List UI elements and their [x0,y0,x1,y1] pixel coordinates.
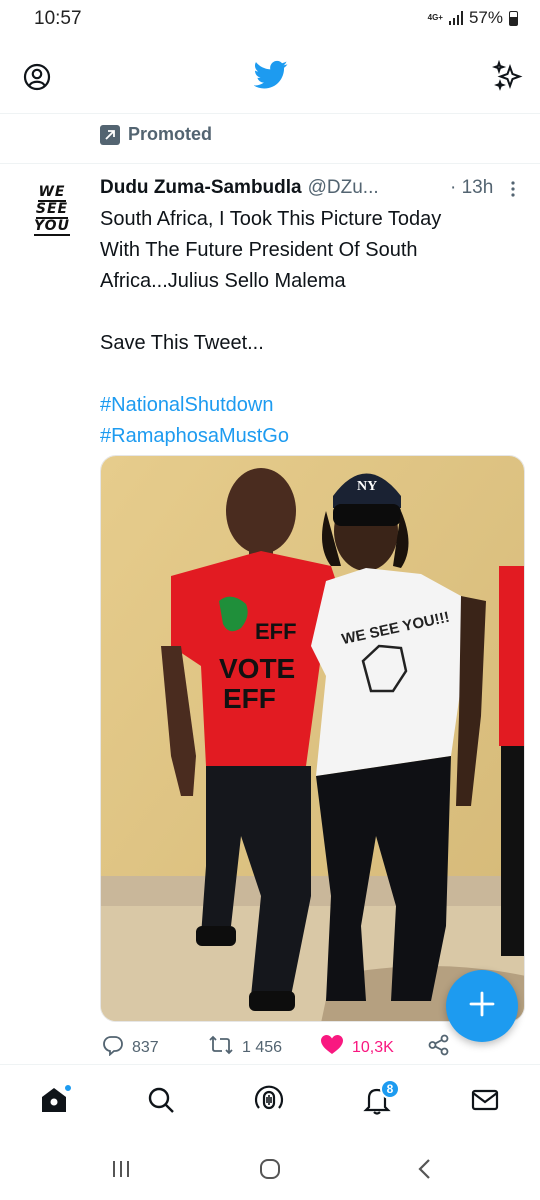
profile-icon[interactable] [22,62,52,97]
status-bar: 10:57 4G+ 57% [0,0,540,40]
network-indicator: 4G+ [427,13,443,22]
bottom-nav: 8 [0,1064,540,1138]
nav-home[interactable] [37,1083,73,1119]
home-circle-icon[interactable] [259,1158,281,1185]
tweet-line: Save This Tweet... [100,332,264,354]
status-time: 10:57 [34,8,82,29]
system-nav-bar [0,1138,540,1200]
avatar-text-2: SEE [35,200,69,219]
tweet-line: Africa...Julius Sello Malema [100,270,346,292]
shirt-text-line1: VOTE [219,653,295,684]
notifications-badge: 8 [380,1079,400,1099]
spaces-icon [253,1084,285,1121]
tweet-actions: 837 1 456 10,3K [100,1034,520,1062]
promoted-text: Promoted [128,124,213,144]
share-button[interactable] [428,1034,450,1061]
promoted-arrow-icon [100,124,120,145]
signal-icon [448,11,463,25]
tweet-line [100,359,520,390]
compose-button[interactable] [446,970,518,1042]
cap-text: NY [357,479,377,494]
heart-icon [320,1034,344,1061]
nav-notifications[interactable]: 8 [360,1079,400,1119]
tweet-header: Dudu Zuma-Sambudla @DZu... · 13h [100,177,520,199]
tweet-line [100,297,520,328]
reply-count: 837 [132,1038,159,1056]
top-app-bar [0,44,540,112]
tweet-text: South Africa, I Took This Picture Today … [100,204,520,452]
sparkle-icon[interactable] [491,59,524,97]
tweet-line: South Africa, I Took This Picture Today [100,208,442,230]
battery-icon [509,10,518,26]
back-chevron-icon[interactable] [414,1158,436,1185]
share-icon [428,1034,450,1061]
nav-search[interactable] [144,1085,178,1119]
status-indicators: 4G+ 57% [428,8,518,28]
battery-percent: 57% [468,8,503,27]
display-name[interactable]: Dudu Zuma-Sambudla [100,177,302,199]
like-button[interactable]: 10,3K [320,1034,394,1061]
reply-icon [102,1034,124,1061]
nav-messages[interactable] [468,1085,502,1119]
promoted-divider [0,163,540,164]
hashtag-link[interactable]: #RamaphosaMustGo [100,421,520,452]
more-dots-icon[interactable] [510,180,516,204]
home-unread-dot [63,1083,73,1093]
avatar[interactable]: WE SEE YOU [20,178,84,242]
tweet-line: With The Future President Of South [100,239,418,261]
recents-icon[interactable] [110,1158,132,1185]
promoted-label: Promoted [100,124,212,145]
retweet-count: 1 456 [242,1038,283,1056]
reply-button[interactable]: 837 [102,1034,159,1061]
tweet-photo[interactable]: EFF VOTE EFF NY WE SEE YOU!!! [100,455,525,1022]
retweet-button[interactable]: 1 456 [208,1034,282,1061]
user-handle[interactable]: @DZu... [308,177,379,199]
search-icon [146,1085,176,1120]
appbar-divider [0,113,540,114]
hashtag-link[interactable]: #NationalShutdown [100,390,520,421]
shirt-text-line2: EFF [223,683,276,714]
mail-icon [470,1085,500,1120]
twitter-bird-icon[interactable] [253,60,288,95]
nav-spaces[interactable] [252,1085,286,1119]
avatar-text-3: YOU [34,217,70,236]
retweet-icon [208,1034,234,1061]
tweet-time[interactable]: · 13h [450,177,493,199]
compose-plus-icon [468,990,496,1023]
shirt-logo-text: EFF [255,619,297,644]
like-count: 10,3K [352,1038,394,1056]
avatar-text-1: WE [38,183,66,202]
